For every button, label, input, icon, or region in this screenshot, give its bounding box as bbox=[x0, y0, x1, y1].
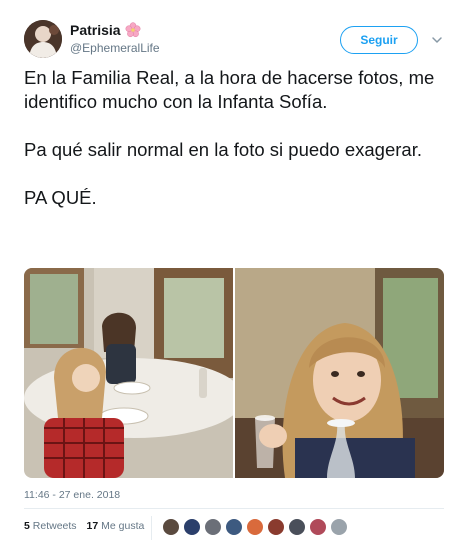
avatar-image bbox=[24, 20, 62, 58]
liker-avatar[interactable] bbox=[267, 518, 285, 536]
liker-avatar[interactable] bbox=[309, 518, 327, 536]
liker-avatar[interactable] bbox=[246, 518, 264, 536]
tweet-header: Patrisia @EphemeralLife Seguir bbox=[24, 20, 454, 60]
liker-avatar[interactable] bbox=[225, 518, 243, 536]
liker-avatar[interactable] bbox=[183, 518, 201, 536]
tweet-paragraph: Pa qué salir normal en la foto si puedo … bbox=[24, 139, 422, 160]
stats-separator bbox=[151, 516, 152, 540]
tweet-card: Patrisia @EphemeralLife Seguir En la Fam… bbox=[0, 0, 469, 546]
retweets-count: 5 bbox=[24, 520, 30, 532]
tweet-stats: 5 Retweets 17 Me gusta bbox=[24, 520, 144, 532]
tweet-text: En la Familia Real, a la hora de hacerse… bbox=[24, 66, 444, 210]
likes-stat[interactable]: 17 Me gusta bbox=[87, 520, 145, 532]
divider bbox=[24, 508, 444, 509]
liker-avatar[interactable] bbox=[288, 518, 306, 536]
tweet-timestamp[interactable]: 11:46 - 27 ene. 2018 bbox=[24, 489, 120, 501]
likes-count: 17 bbox=[86, 520, 99, 532]
photo-family-table[interactable] bbox=[24, 268, 233, 478]
avatar[interactable] bbox=[24, 20, 62, 58]
liker-avatars bbox=[162, 518, 348, 536]
liker-avatar[interactable] bbox=[204, 518, 222, 536]
liker-avatar[interactable] bbox=[330, 518, 348, 536]
liker-avatar[interactable] bbox=[162, 518, 180, 536]
user-names: Patrisia @EphemeralLife bbox=[70, 22, 160, 55]
media-grid bbox=[24, 268, 444, 478]
chevron-down-icon[interactable] bbox=[427, 30, 447, 50]
display-name-text: Patrisia bbox=[70, 22, 121, 38]
likes-label: Me gusta bbox=[101, 520, 145, 532]
cherry-blossom-icon bbox=[125, 22, 141, 38]
tweet-paragraph: PA QUÉ. bbox=[24, 187, 97, 208]
retweets-stat[interactable]: 5 Retweets bbox=[24, 520, 77, 532]
retweets-label: Retweets bbox=[32, 520, 77, 532]
photo-girl-closeup[interactable] bbox=[235, 268, 444, 478]
tweet-paragraph: En la Familia Real, a la hora de hacerse… bbox=[24, 67, 435, 112]
follow-button[interactable]: Seguir bbox=[340, 26, 418, 54]
user-handle[interactable]: @EphemeralLife bbox=[70, 41, 160, 55]
display-name[interactable]: Patrisia bbox=[70, 22, 160, 38]
